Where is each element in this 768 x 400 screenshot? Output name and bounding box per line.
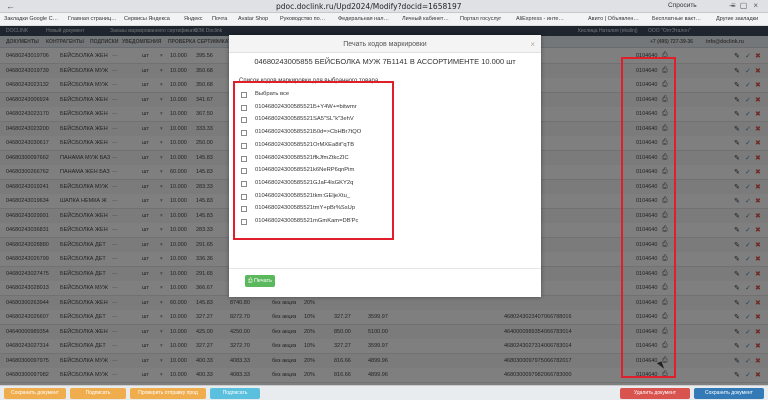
highlight-marks-column	[621, 57, 676, 378]
modal-title: Печать кодов маркировки	[343, 41, 427, 48]
bookmark-item[interactable]: Федеральная нал…	[338, 16, 389, 22]
address-bar[interactable]: pdoc.doclink.ru/Upd2024/Modify?docid=165…	[276, 2, 462, 11]
bookmark-item[interactable]: Портал госуслуг	[460, 16, 501, 22]
bookmark-item[interactable]: Почта	[212, 16, 227, 22]
bookmark-item[interactable]: Сервисы Яндекса	[124, 16, 170, 22]
back-icon[interactable]: ←	[6, 1, 15, 11]
close-icon[interactable]: ×	[530, 40, 535, 49]
browser-tabbar: ← pdoc.doclink.ru/Upd2024/Modify?docid=1…	[0, 0, 768, 13]
bottom-toolbar: Сохранить документ Подписать Проверить о…	[0, 385, 768, 400]
highlight-codes-list	[233, 81, 394, 240]
delete-document-button[interactable]: Удалить документ	[620, 388, 690, 399]
ask-button[interactable]: Спросить	[668, 2, 697, 9]
product-title: 04680243005855 БЕЙСБОЛКА МУЖ 7Б1141 В АС…	[254, 57, 516, 66]
modal-divider	[229, 268, 541, 269]
sign-button[interactable]: Подписать	[70, 388, 126, 399]
modal-header: Печать кодов маркировки ×	[229, 35, 541, 53]
print-button[interactable]: ⎙ Печать	[245, 275, 275, 287]
bookmark-item[interactable]: Руководство по…	[280, 16, 325, 22]
bookmark-item[interactable]: Главная страниц…	[68, 16, 117, 22]
bookmarks-bar: Закладки Google C… Главная страниц… Серв…	[0, 13, 768, 26]
window-controls[interactable]: –▢×	[729, 1, 764, 10]
bookmark-item[interactable]: Авито | Объявлен…	[588, 16, 639, 22]
bookmark-item[interactable]: Другие закладки	[716, 16, 758, 22]
bookmark-item[interactable]: Яндекс	[184, 16, 203, 22]
bookmark-item[interactable]: Закладки Google C…	[4, 16, 58, 22]
print-button-label: Печать	[253, 278, 272, 284]
sign-button-2[interactable]: Подписать	[210, 388, 260, 399]
bookmark-item[interactable]: AliExpress - инте…	[516, 16, 564, 22]
save-document-button-2[interactable]: Сохранить документ	[694, 388, 764, 399]
bookmark-item[interactable]: Avatar Shop	[238, 16, 268, 22]
check-send-button[interactable]: Проверить отправку прод	[130, 388, 206, 399]
bookmark-item[interactable]: Личный кабинет…	[402, 16, 449, 22]
save-document-button[interactable]: Сохранить документ	[4, 388, 66, 399]
bookmark-item[interactable]: Бесплатные вакт…	[652, 16, 701, 22]
